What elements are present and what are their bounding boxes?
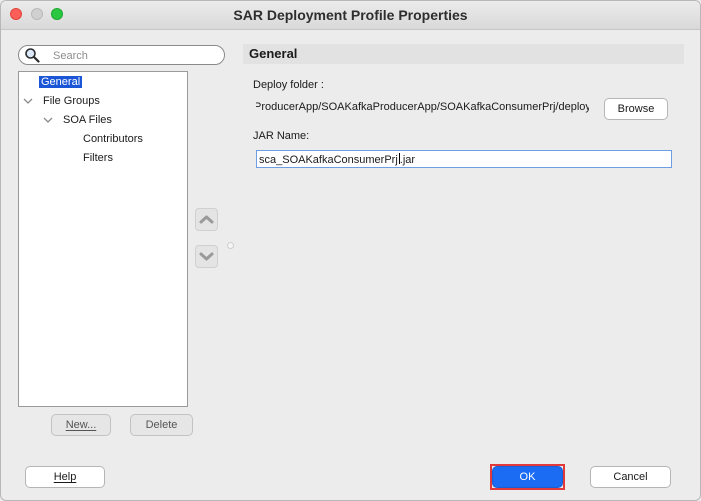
new-button[interactable]: New... — [51, 414, 111, 436]
chevron-down-icon[interactable] — [43, 115, 53, 125]
search-input[interactable] — [51, 47, 220, 65]
cancel-button-label: Cancel — [613, 471, 648, 483]
tree-item-general[interactable]: General — [39, 74, 83, 90]
move-up-button[interactable] — [195, 208, 218, 231]
delete-button-label: Delete — [145, 419, 178, 431]
jar-name-label: JAR Name: — [253, 130, 310, 142]
tree-item-filters[interactable]: Filters — [81, 150, 115, 166]
window-title: SAR Deployment Profile Properties — [233, 7, 468, 23]
move-down-button[interactable] — [195, 245, 218, 268]
tree-item-contributors[interactable]: Contributors — [81, 131, 145, 147]
delete-button[interactable]: Delete — [130, 414, 193, 436]
title-bar: SAR Deployment Profile Properties — [1, 1, 700, 30]
jar-name-value-start: sca_SOAKafkaConsumerPrj — [259, 154, 398, 166]
cancel-button[interactable]: Cancel — [590, 466, 671, 488]
help-button[interactable]: Help — [25, 466, 105, 488]
navigation-tree: General File Groups SOA Files Contributo… — [18, 71, 188, 407]
move-up-icon — [199, 215, 214, 224]
tree-item-label: Filters — [83, 152, 113, 164]
search-icon — [25, 48, 40, 63]
browse-button[interactable]: Browse — [604, 98, 668, 120]
section-header: General — [243, 44, 684, 64]
jar-name-value-end: .jar — [399, 154, 416, 166]
ok-button[interactable]: OK — [492, 466, 563, 488]
chevron-down-icon[interactable] — [23, 96, 33, 106]
tree-item-label: General — [39, 76, 83, 88]
tree-item-label: Contributors — [83, 133, 143, 145]
tree-item-label: SOA Files — [63, 114, 112, 126]
help-button-label: Help — [53, 471, 77, 483]
browse-button-label: Browse — [617, 103, 655, 115]
dialog-window: SAR Deployment Profile Properties Genera… — [0, 0, 701, 501]
ok-button-label: OK — [519, 471, 536, 483]
resize-handle — [227, 242, 234, 249]
search-box[interactable] — [18, 45, 225, 65]
tree-item-label: File Groups — [43, 95, 100, 107]
new-button-label: New... — [65, 419, 97, 431]
move-down-icon — [199, 252, 214, 261]
tree-item-soa-files[interactable]: SOA Files — [61, 112, 114, 128]
jar-name-input[interactable]: sca_SOAKafkaConsumerPrj .jar — [256, 150, 672, 168]
deploy-folder-field[interactable]: ProducerApp/SOAKafkaProducerApp/SOAKafka… — [256, 98, 589, 116]
tree-item-file-groups[interactable]: File Groups — [41, 93, 102, 109]
deploy-folder-label: Deploy folder : — [253, 79, 324, 91]
deploy-folder-value: ProducerApp/SOAKafkaProducerApp/SOAKafka… — [256, 101, 589, 113]
